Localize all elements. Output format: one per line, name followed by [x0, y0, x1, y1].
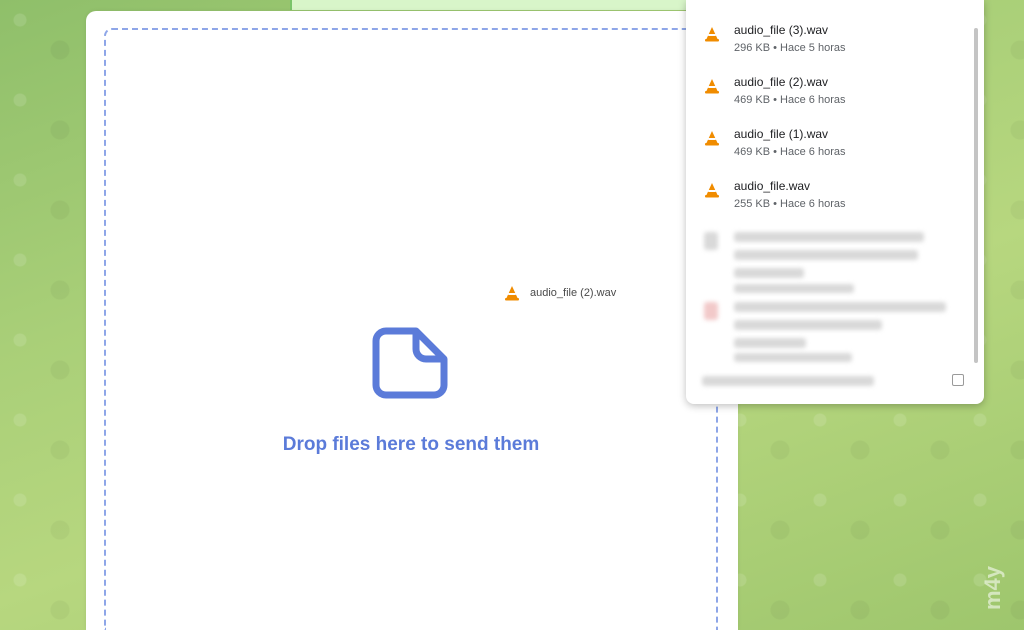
download-item[interactable]: audio_file.wav 255 KB • Hace 6 horas	[686, 176, 976, 224]
vlc-cone-icon	[705, 27, 719, 42]
redacted-text	[734, 250, 918, 260]
download-item[interactable]: audio_file (1).wav 469 KB • Hace 6 horas	[686, 124, 976, 172]
download-file-name: audio_file (2).wav	[734, 75, 829, 89]
vlc-cone-icon	[705, 131, 719, 146]
open-downloads-icon[interactable]	[952, 374, 964, 386]
vlc-cone-icon	[505, 286, 519, 301]
redacted-text	[734, 320, 882, 330]
download-item[interactable]: audio_file (2).wav 469 KB • Hace 6 horas	[686, 72, 976, 120]
redacted-text	[734, 302, 946, 312]
redacted-text	[734, 353, 852, 362]
redacted-text	[734, 268, 804, 278]
message-bubble-edge	[290, 0, 692, 10]
download-file-name: audio_file.wav	[734, 179, 811, 193]
download-item[interactable]: audio_file (3).wav 296 KB • Hace 5 horas	[686, 20, 976, 68]
download-file-meta: 255 KB • Hace 6 horas	[734, 198, 846, 210]
download-file-meta: 296 KB • Hace 5 horas	[734, 42, 846, 54]
downloads-panel: audio_file (3).wav 296 KB • Hace 5 horas…	[686, 0, 984, 404]
redacted-text	[734, 338, 806, 348]
vlc-cone-icon	[705, 79, 719, 94]
download-file-name: audio_file (1).wav	[734, 127, 829, 141]
redacted-file-icon	[704, 232, 718, 250]
redacted-text	[734, 232, 924, 242]
download-file-meta: 469 KB • Hace 6 horas	[734, 94, 846, 106]
download-file-meta: 469 KB • Hace 6 horas	[734, 146, 846, 158]
redacted-file-icon	[704, 302, 718, 320]
watermark-logo: m4y	[980, 565, 1005, 610]
downloads-scrollbar[interactable]	[974, 28, 978, 363]
drop-instruction-text: Drop files here to send them	[282, 434, 540, 455]
redacted-footer-link	[702, 376, 874, 386]
dragged-file-name: audio_file (2).wav	[530, 287, 617, 299]
document-icon	[372, 327, 448, 399]
dragged-file-ghost: audio_file (2).wav	[504, 285, 616, 301]
download-file-name: audio_file (3).wav	[734, 23, 829, 37]
vlc-cone-icon	[705, 183, 719, 198]
redacted-text	[734, 284, 854, 293]
